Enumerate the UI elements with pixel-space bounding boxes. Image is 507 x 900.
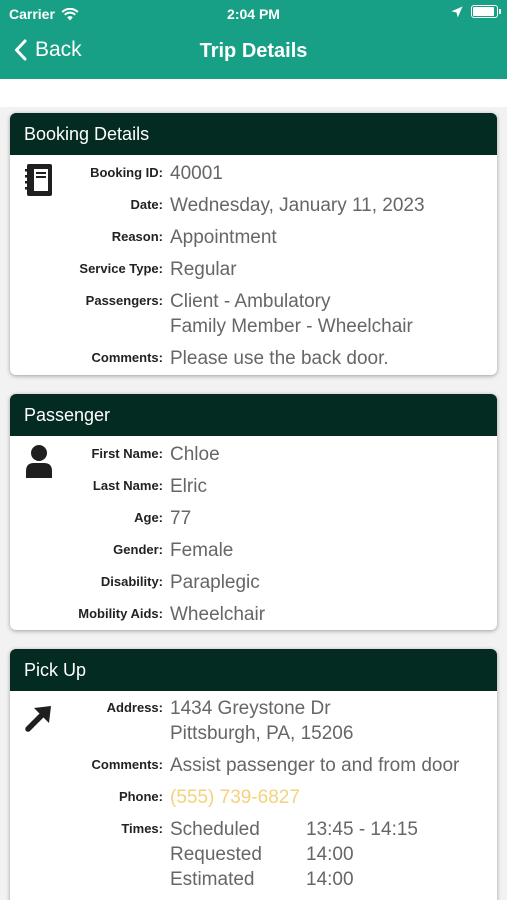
field-label: Service Type:: [79, 261, 163, 276]
phone-link[interactable]: (555) 739-6827: [170, 785, 300, 810]
mobility-aids-row: Mobility Aids: Wheelchair: [10, 602, 497, 630]
gender-value: Female: [170, 540, 234, 561]
times-table: Scheduled 13:45 - 14:15 Requested 14:00 …: [170, 817, 418, 892]
card-heading: Passenger: [10, 394, 497, 436]
date-value: Wednesday, January 11, 2023: [170, 195, 425, 216]
time-name: Estimated: [170, 869, 255, 890]
field-label: Comments:: [91, 350, 163, 365]
status-time: 2:04 PM: [227, 6, 280, 22]
last-name-row: Last Name: Elric: [10, 474, 497, 506]
address-line: 1434 Greystone Dr: [170, 698, 331, 719]
booking-id-row: Booking ID: 40001: [10, 161, 497, 193]
disability-value: Paraplegic: [170, 572, 260, 593]
field-label: Reason:: [111, 229, 163, 244]
app-header: Carrier 2:04 PM Back Trip Details: [0, 0, 507, 79]
passenger-card: Passenger First Name: Chloe Last Name: E…: [10, 394, 497, 630]
field-label: Disability:: [100, 574, 163, 589]
location-arrow-icon: [451, 6, 463, 17]
reason-row: Reason: Appointment: [10, 225, 497, 257]
card-heading: Pick Up: [10, 649, 497, 691]
first-name-value: Chloe: [170, 444, 220, 465]
booking-details-card: Booking Details Booking ID: 40001 Date: …: [10, 113, 497, 375]
time-name: Requested: [170, 844, 262, 865]
pick-up-card: Pick Up Address: 1434 Greystone Dr Pitts…: [10, 649, 497, 900]
nav-bar: Back Trip Details: [0, 28, 507, 79]
booking-id-value: 40001: [170, 163, 223, 184]
field-label: Mobility Aids:: [78, 606, 163, 621]
first-name-row: First Name: Chloe: [10, 442, 497, 474]
age-row: Age: 77: [10, 506, 497, 538]
phone-row: Phone: (555) 739-6827: [10, 785, 497, 817]
passengers-row: Passengers: Client - Ambulatory Family M…: [10, 289, 497, 346]
notebook-icon: [25, 164, 52, 196]
address-value: 1434 Greystone Dr Pittsburgh, PA, 15206: [170, 696, 353, 746]
booking-comments-value: Please use the back door.: [170, 348, 389, 369]
last-name-value: Elric: [170, 476, 207, 497]
gender-row: Gender: Female: [10, 538, 497, 570]
field-label: Comments:: [91, 757, 163, 772]
service-type-row: Service Type: Regular: [10, 257, 497, 289]
mobility-aids-value: Wheelchair: [170, 604, 266, 625]
service-type-value: Regular: [170, 259, 237, 280]
reason-value: Appointment: [170, 227, 277, 248]
pickup-comments-row: Comments: Assist passenger to and from d…: [10, 753, 497, 785]
arrow-up-right-icon: [25, 706, 51, 732]
time-value: 13:45 - 14:15: [306, 819, 418, 840]
card-heading: Booking Details: [10, 113, 497, 155]
passenger-entry: Client - Ambulatory: [170, 291, 331, 312]
page-title: Trip Details: [199, 40, 308, 62]
trip-details-content[interactable]: Booking Details Booking ID: 40001 Date: …: [0, 79, 507, 900]
time-name: Scheduled: [170, 819, 260, 840]
date-row: Date: Wednesday, January 11, 2023: [10, 193, 497, 225]
field-label: Phone:: [118, 789, 163, 804]
field-label: Gender:: [113, 542, 163, 557]
disability-row: Disability: Paraplegic: [10, 570, 497, 602]
status-bar: Carrier 2:04 PM: [0, 0, 507, 28]
passengers-value: Client - Ambulatory Family Member - Whee…: [170, 289, 413, 339]
time-value: 14:00: [306, 844, 354, 865]
pickup-comments-value: Assist passenger to and from door: [170, 755, 460, 776]
person-icon: [26, 445, 52, 478]
address-row: Address: 1434 Greystone Dr Pittsburgh, P…: [10, 696, 497, 753]
passenger-entry: Family Member - Wheelchair: [170, 316, 413, 337]
times-row: Times: Scheduled 13:45 - 14:15 Requested…: [10, 817, 497, 892]
age-value: 77: [170, 508, 192, 529]
field-label: Passengers:: [85, 293, 163, 308]
time-value: 14:00: [306, 869, 354, 890]
field-label: Age:: [134, 510, 163, 525]
battery-icon: [471, 5, 501, 18]
comments-row: Comments: Please use the back door.: [10, 346, 497, 375]
field-label: Times:: [121, 821, 163, 836]
address-line: Pittsburgh, PA, 15206: [170, 723, 354, 744]
